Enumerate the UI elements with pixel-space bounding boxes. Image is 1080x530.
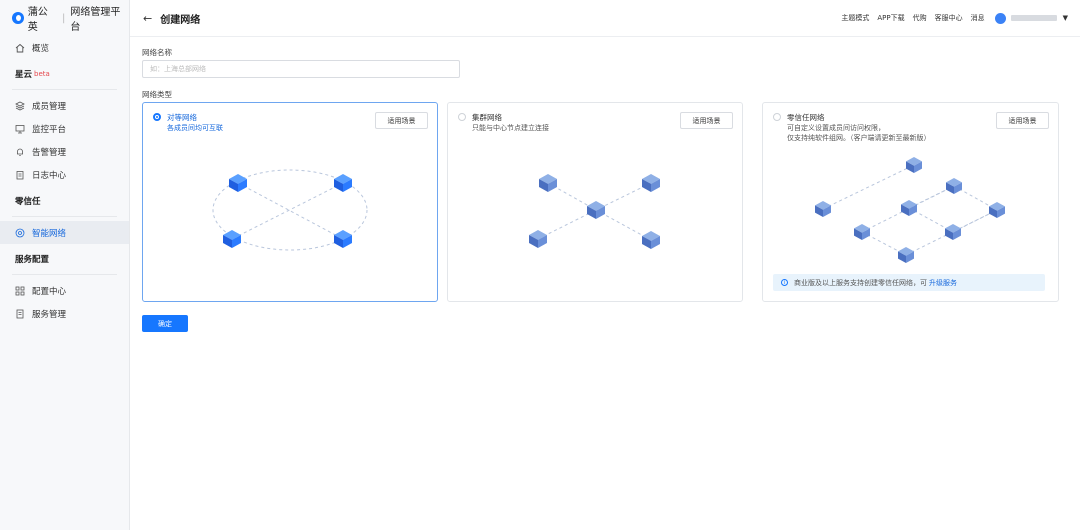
network-name-input[interactable]: 如：上海总部网络 xyxy=(142,60,460,78)
brand-separator: | xyxy=(62,12,66,24)
link-theme-mode[interactable]: 主题模式 xyxy=(841,13,869,23)
brand[interactable]: 蒲公英 | 网络管理平台 xyxy=(0,0,129,36)
sidebar-item-label: 告警管理 xyxy=(32,147,67,158)
node-cube-icon xyxy=(901,200,917,216)
sidebar-item-members[interactable]: 成员管理 xyxy=(0,94,129,117)
sidebar-item-logs[interactable]: 日志中心 xyxy=(0,163,129,186)
grid-icon xyxy=(15,286,25,296)
link-app-download[interactable]: APP下载 xyxy=(877,13,904,23)
node-cube-icon xyxy=(898,247,914,263)
node-cube-icon xyxy=(946,178,962,194)
group-title: 服务配置 xyxy=(15,255,50,265)
node-cube-icon xyxy=(223,230,241,248)
link-messages[interactable]: 消息 xyxy=(971,13,985,23)
network-type-label: 网络类型 xyxy=(142,90,172,99)
node-cube-icon xyxy=(642,231,660,249)
link-line xyxy=(237,182,344,240)
info-icon: i xyxy=(781,279,788,286)
sidebar-item-label: 配置中心 xyxy=(32,286,67,297)
sidebar-item-label: 概览 xyxy=(32,43,50,54)
link-line xyxy=(822,164,915,210)
link-line xyxy=(231,182,344,240)
brand-product: 网络管理平台 xyxy=(70,7,121,33)
node-cube-icon xyxy=(229,174,247,192)
node-cube-icon xyxy=(854,224,870,240)
group-title: 零信任 xyxy=(15,197,41,207)
topbar: ← 创建网络 主题模式 APP下载 代购 客服中心 消息 ▼ xyxy=(130,0,1080,37)
home-icon xyxy=(15,43,25,53)
link-purchase[interactable]: 代购 xyxy=(913,13,927,23)
avatar[interactable] xyxy=(994,12,1006,24)
group-xingyun: 星云 beta xyxy=(0,63,129,85)
sidebar-item-label: 服务管理 xyxy=(32,309,67,320)
page-title: 创建网络 xyxy=(160,14,201,26)
node-cube-icon xyxy=(642,174,660,192)
node-cube-icon xyxy=(529,230,547,248)
beta-badge: beta xyxy=(34,70,50,78)
group-title: 星云 xyxy=(15,70,33,80)
sidebar-item-label: 成员管理 xyxy=(32,101,67,112)
card-peer-network[interactable]: 对等网络 各成员间均可互联 适用场景 xyxy=(142,102,438,302)
clipboard-icon xyxy=(15,170,25,180)
node-cube-icon xyxy=(334,174,352,192)
sidebar-item-label: 日志中心 xyxy=(32,170,67,181)
link-line xyxy=(537,209,597,240)
smart-network-icon xyxy=(15,228,25,238)
document-icon xyxy=(15,309,25,319)
sidebar-item-config-center[interactable]: 配置中心 xyxy=(0,279,129,302)
sidebar-item-monitor[interactable]: 监控平台 xyxy=(0,117,129,140)
node-cube-icon xyxy=(945,224,961,240)
main-content: 网络名称 如：上海总部网络 网络类型 对等网络 各成员间均可互联 适用场景 集群… xyxy=(130,37,1080,530)
zero-trust-topology-diagram xyxy=(815,157,1005,263)
node-cube-icon xyxy=(989,202,1005,218)
sidebar: 蒲公英 | 网络管理平台 概览 星云 beta 成员管理 监控平台 告警管理 日志… xyxy=(0,0,130,530)
bell-icon xyxy=(15,147,25,157)
node-cube-icon xyxy=(539,174,557,192)
sidebar-item-alerts[interactable]: 告警管理 xyxy=(0,140,129,163)
node-cube-icon xyxy=(906,157,922,173)
upgrade-service-link[interactable]: 升级服务 xyxy=(929,278,957,288)
node-cube-icon xyxy=(815,201,831,217)
dandelion-logo-icon xyxy=(12,12,24,24)
card-zero-trust-network[interactable]: 零信任网络 可自定义设置成员间访问权限， 仅支持纯软件组网。（客户端请更新至最新… xyxy=(762,102,1059,302)
cluster-topology-diagram xyxy=(529,174,660,249)
group-zero-trust: 零信任 xyxy=(0,190,129,212)
top-links: 主题模式 APP下载 代购 客服中心 消息 ▼ xyxy=(833,0,1068,36)
link-customer-service[interactable]: 客服中心 xyxy=(935,13,963,23)
link-line xyxy=(595,209,652,241)
node-cube-icon xyxy=(587,201,605,219)
brand-name: 蒲公英 xyxy=(27,7,48,33)
sidebar-item-label: 监控平台 xyxy=(32,124,67,135)
card-cluster-network[interactable]: 集群网络 只能与中心节点建立连接 适用场景 xyxy=(447,102,743,302)
network-name-label: 网络名称 xyxy=(142,48,172,57)
group-service-config: 服务配置 xyxy=(0,248,129,270)
chevron-down-icon[interactable]: ▼ xyxy=(1063,14,1068,22)
monitor-icon xyxy=(15,124,25,134)
sidebar-item-service-management[interactable]: 服务管理 xyxy=(0,302,129,325)
notice-text: 商业版及以上服务支持创建零信任网络，可 xyxy=(794,278,927,287)
divider xyxy=(12,89,117,90)
blurred-username[interactable] xyxy=(1010,15,1057,21)
layers-icon xyxy=(15,101,25,111)
upgrade-notice: i 商业版及以上服务支持创建零信任网络，可 升级服务 xyxy=(773,274,1045,291)
divider xyxy=(12,216,117,217)
divider xyxy=(12,274,117,275)
sidebar-item-overview[interactable]: 概览 xyxy=(0,36,129,59)
peer-topology-diagram xyxy=(212,169,368,251)
network-name-placeholder: 如：上海总部网络 xyxy=(150,65,206,73)
sidebar-item-smart-network[interactable]: 智能网络 xyxy=(0,221,129,244)
sidebar-item-label: 智能网络 xyxy=(32,228,67,239)
back-arrow-icon[interactable]: ← xyxy=(143,12,152,25)
node-cube-icon xyxy=(334,230,352,248)
confirm-button[interactable]: 确定 xyxy=(142,315,188,332)
